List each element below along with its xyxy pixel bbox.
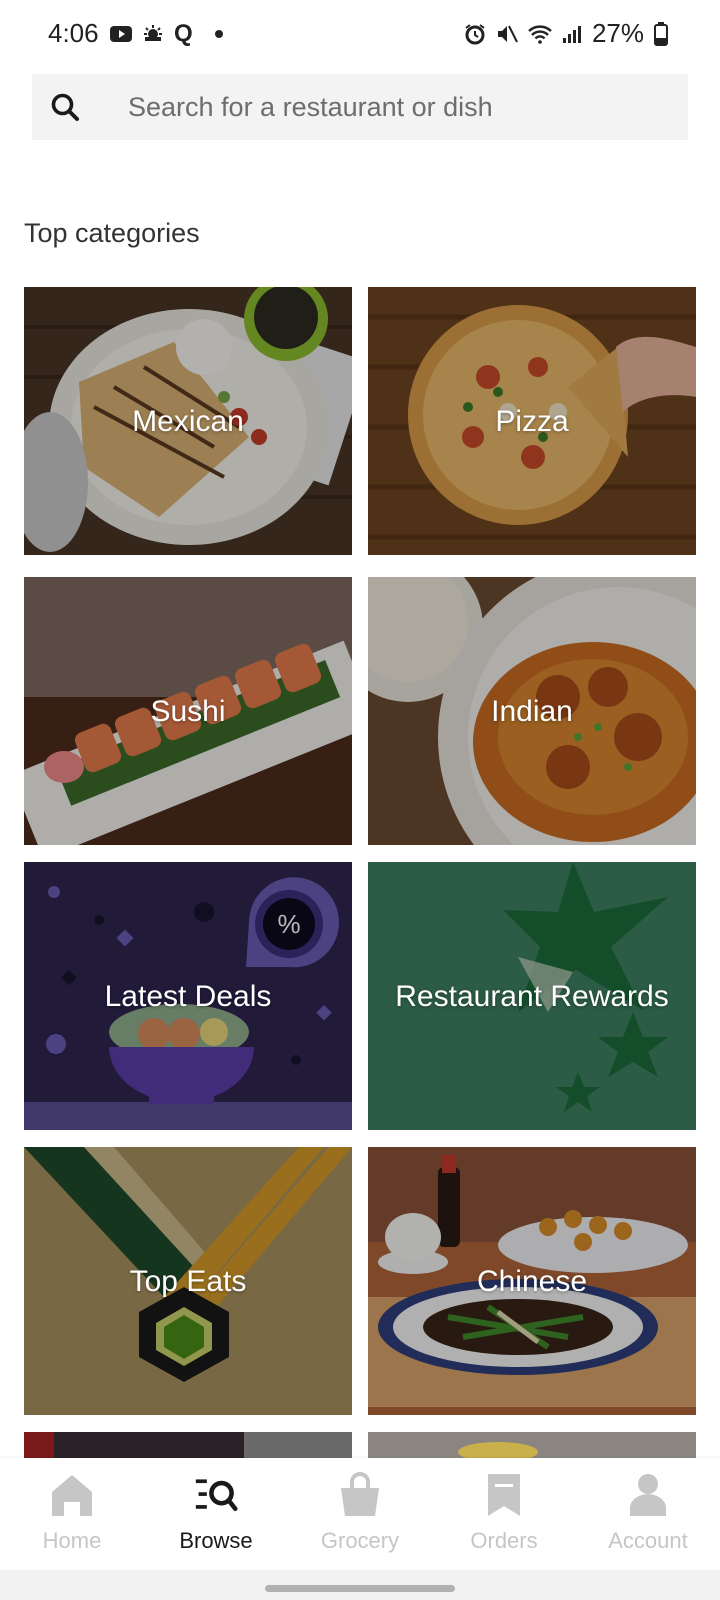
- partial-food-image: [24, 1432, 352, 1458]
- person-icon: [630, 1474, 666, 1516]
- category-label: Mexican: [132, 404, 244, 438]
- bottom-nav: Home Browse Grocery Orders Account: [0, 1458, 720, 1570]
- gesture-handle[interactable]: [265, 1585, 455, 1592]
- alarm-icon: [465, 23, 485, 44]
- nav-label: Orders: [470, 1528, 538, 1553]
- category-tile-pizza[interactable]: Pizza: [368, 287, 696, 555]
- status-right: 27%: [464, 18, 668, 49]
- mute-icon: [497, 25, 518, 42]
- status-bar: 4:06 Q 27%: [0, 0, 720, 68]
- category-label: Pizza: [495, 404, 569, 438]
- category-label: Latest Deals: [104, 979, 272, 1013]
- nav-home[interactable]: Home: [0, 1458, 144, 1570]
- nav-grocery[interactable]: Grocery: [288, 1458, 432, 1570]
- category-label: Top Eats: [129, 1264, 247, 1298]
- search-icon: [51, 93, 79, 121]
- nav-label: Home: [42, 1528, 102, 1553]
- grocery-bag-icon: [341, 1472, 379, 1516]
- category-tile-partial-left[interactable]: [24, 1432, 352, 1458]
- status-left-icons: Q: [110, 20, 225, 48]
- category-label: Sushi: [150, 694, 226, 728]
- dot-icon: [214, 30, 223, 38]
- battery-icon: [654, 21, 668, 46]
- nav-label: Account: [608, 1528, 688, 1553]
- section-title: Top categories: [24, 218, 200, 248]
- category-tile-mexican[interactable]: Mexican: [24, 287, 352, 555]
- search-bar[interactable]: [32, 74, 688, 140]
- receipt-icon: [488, 1474, 520, 1516]
- partial-food-image: [368, 1432, 696, 1458]
- category-label: Chinese: [476, 1264, 588, 1298]
- wifi-icon: [528, 24, 552, 44]
- home-icon: [52, 1475, 92, 1516]
- signal-icon: [562, 25, 581, 43]
- category-tile-chinese[interactable]: Chinese: [368, 1147, 696, 1415]
- q-icon: Q: [174, 20, 193, 47]
- browse-icon: [195, 1479, 238, 1512]
- category-tile-restaurant-rewards[interactable]: Restaurant Rewards: [368, 862, 696, 1130]
- category-tile-latest-deals[interactable]: % Latest Deals: [24, 862, 352, 1130]
- nav-label: Browse: [179, 1528, 253, 1553]
- category-label: Indian: [491, 694, 573, 728]
- nav-label: Grocery: [320, 1528, 400, 1553]
- nav-browse[interactable]: Browse: [144, 1458, 288, 1570]
- category-label: Restaurant Rewards: [395, 979, 669, 1013]
- search-input[interactable]: [128, 74, 668, 140]
- battery-percent: 27%: [591, 18, 644, 48]
- category-tile-partial-right[interactable]: [368, 1432, 696, 1458]
- category-tile-top-eats[interactable]: Top Eats: [24, 1147, 352, 1415]
- nav-orders[interactable]: Orders: [432, 1458, 576, 1570]
- nav-account[interactable]: Account: [576, 1458, 720, 1570]
- category-tile-indian[interactable]: Indian: [368, 577, 696, 845]
- youtube-icon: [110, 26, 132, 42]
- weather-icon: [144, 25, 162, 41]
- category-tile-sushi[interactable]: Sushi: [24, 577, 352, 845]
- status-time: 4:06: [48, 18, 99, 48]
